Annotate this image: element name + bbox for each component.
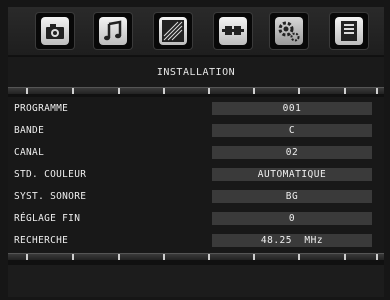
setting-row-recherche[interactable]: RECHERCHE 48.25 MHz (8, 231, 384, 253)
connection-icon[interactable] (214, 13, 252, 49)
setting-row-std-couleur[interactable]: STD. COULEUR AUTOMATIQUE (8, 165, 384, 187)
setting-label: BANDE (14, 125, 45, 136)
menu-icon-bar (8, 7, 384, 56)
tv-menu-screen: INSTALLATION PROGRAMME 001 BANDE C CANAL… (8, 7, 384, 297)
setting-row-syst-sonore[interactable]: SYST. SONORE BG (8, 187, 384, 209)
setting-label: RÉGLAGE FIN (14, 213, 81, 224)
setting-label: STD. COULEUR (14, 169, 87, 180)
menu-title-row: INSTALLATION (8, 57, 384, 87)
picture-icon[interactable] (36, 13, 74, 49)
screen-icon[interactable] (154, 13, 192, 49)
setting-row-canal[interactable]: CANAL 02 (8, 143, 384, 165)
setting-row-reglage-fin[interactable]: RÉGLAGE FIN 0 (8, 209, 384, 231)
divider-top (8, 87, 384, 94)
settings-list: PROGRAMME 001 BANDE C CANAL 02 STD. COUL… (8, 97, 384, 253)
setting-value[interactable]: 48.25 MHz (212, 234, 372, 247)
setting-label: SYST. SONORE (14, 191, 87, 202)
sound-icon[interactable] (94, 13, 132, 49)
setting-label: CANAL (14, 147, 45, 158)
setting-value[interactable]: AUTOMATIQUE (212, 168, 372, 181)
setting-value[interactable]: BG (212, 190, 372, 203)
settings-icon[interactable] (270, 13, 308, 49)
menu-footer (8, 265, 384, 297)
setting-label: RECHERCHE (14, 235, 69, 246)
divider-bottom (8, 253, 384, 260)
setting-row-bande[interactable]: BANDE C (8, 121, 384, 143)
setting-label: PROGRAMME (14, 103, 69, 114)
setting-value[interactable]: 02 (212, 146, 372, 159)
setting-row-programme[interactable]: PROGRAMME 001 (8, 99, 384, 121)
menu-title: INSTALLATION (156, 67, 236, 78)
setting-value[interactable]: 0 (212, 212, 372, 225)
setting-value[interactable]: C (212, 124, 372, 137)
info-icon[interactable] (330, 13, 368, 49)
setting-value[interactable]: 001 (212, 102, 372, 115)
